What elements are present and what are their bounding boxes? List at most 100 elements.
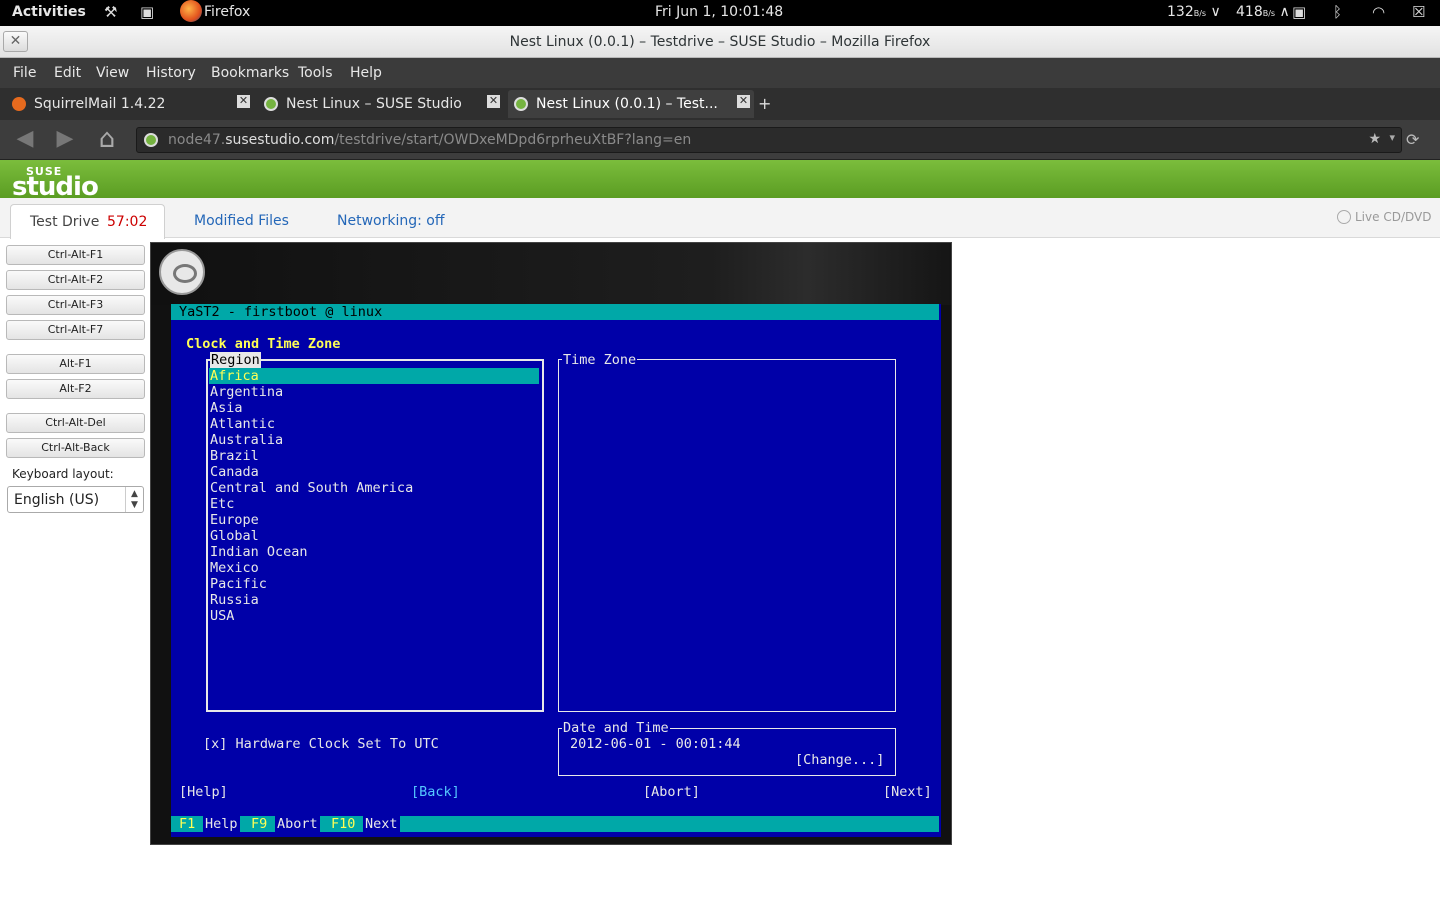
key-ctrl-alt-back-button[interactable]: Ctrl-Alt-Back [6, 438, 145, 458]
region-item[interactable]: Asia [210, 400, 243, 416]
region-item[interactable]: Global [210, 528, 259, 544]
yast-terminal[interactable]: YaST2 - firstboot @ linux Clock and Time… [171, 304, 941, 837]
reload-button[interactable]: ⟳ [1406, 130, 1419, 149]
region-item[interactable]: Etc [210, 496, 234, 512]
tab-squirrelmail[interactable]: SquirrelMail 1.4.22 ✕ [6, 90, 254, 118]
keyboard-layout-select[interactable]: English (US) ▲ ▼ [7, 486, 144, 513]
menu-view[interactable]: View [96, 65, 129, 81]
url-dropdown-icon[interactable]: ▾ [1389, 131, 1395, 144]
tab-label: Nest Linux (0.0.1) – Test... [536, 96, 718, 112]
tab-close-icon[interactable]: ✕ [487, 95, 500, 108]
url-text[interactable]: node47.susestudio.com/testdrive/start/OW… [168, 132, 691, 148]
region-item[interactable]: Australia [210, 432, 283, 448]
next-button[interactable]: [Next] [883, 784, 932, 800]
select-arrows-icon: ▲ ▼ [125, 487, 143, 512]
key-ctrl-alt-f2-button[interactable]: Ctrl-Alt-F2 [6, 270, 145, 290]
forward-button[interactable]: ▶ [50, 126, 80, 154]
suse-icon [264, 97, 278, 111]
tab-modified-files[interactable]: Modified Files [194, 213, 289, 229]
live-cd-link[interactable]: Live CD/DVD [1337, 210, 1431, 224]
activities-button[interactable]: Activities [12, 4, 86, 20]
tab-bar: SquirrelMail 1.4.22 ✕ Nest Linux – SUSE … [0, 88, 1440, 120]
menu-help[interactable]: Help [350, 65, 382, 81]
cpanel-icon [12, 97, 26, 111]
chevron-up-icon: ∧ [1279, 4, 1290, 20]
key-alt-f2-button[interactable]: Alt-F2 [6, 379, 145, 399]
net-up-unit: B/s [1262, 9, 1276, 18]
back-button[interactable]: [Back] [411, 784, 460, 800]
region-item[interactable]: Pacific [210, 576, 267, 592]
clock[interactable]: Fri Jun 1, 10:01:48 [655, 4, 783, 20]
abort-button[interactable]: [Abort] [643, 784, 700, 800]
region-item[interactable]: USA [210, 608, 234, 624]
tab-nest-linux-studio[interactable]: Nest Linux – SUSE Studio ✕ [258, 90, 504, 118]
keyboard-layout-value: English (US) [14, 492, 100, 508]
site-identity-icon[interactable] [144, 133, 158, 147]
region-item-africa[interactable]: Africa [209, 368, 539, 384]
image-viewer-icon[interactable]: ▣ [140, 3, 154, 21]
tab-networking[interactable]: Networking: off [337, 213, 444, 229]
app-menu-firefox[interactable]: Firefox [204, 4, 250, 20]
f1-help-label[interactable]: Help [203, 816, 240, 832]
live-cd-label: Live CD/DVD [1355, 210, 1432, 224]
back-button[interactable]: ◀ [10, 126, 40, 154]
window-title: Nest Linux (0.0.1) – Testdrive – SUSE St… [509, 34, 931, 50]
net-up-value: 418 [1236, 4, 1263, 20]
key-ctrl-alt-f3-button[interactable]: Ctrl-Alt-F3 [6, 295, 145, 315]
new-tab-button[interactable]: + [758, 94, 771, 113]
url-prefix: node47. [168, 132, 226, 148]
chevron-down-icon: ∨ [1210, 4, 1221, 20]
url-bar[interactable]: node47.susestudio.com/testdrive/start/OW… [136, 127, 1402, 153]
f9-abort-label[interactable]: Abort [275, 816, 320, 832]
test-drive-timer: 57:02 [107, 214, 148, 230]
region-item[interactable]: Indian Ocean [210, 544, 308, 560]
date-time-value: 2012-06-01 - 00:01:44 [570, 736, 741, 752]
key-ctrl-alt-del-button[interactable]: Ctrl-Alt-Del [6, 413, 145, 433]
vm-screen[interactable]: YaST2 - firstboot @ linux Clock and Time… [150, 242, 952, 845]
tools-icon[interactable]: ⚒ [104, 3, 117, 21]
menu-file[interactable]: File [13, 65, 36, 81]
time-zone-label: Time Zone [562, 352, 638, 368]
tab-close-icon[interactable]: ✕ [237, 95, 250, 108]
key-ctrl-alt-f7-button[interactable]: Ctrl-Alt-F7 [6, 320, 145, 340]
region-item[interactable]: Canada [210, 464, 259, 480]
display-icon[interactable]: ▣ [1292, 3, 1306, 21]
tab-close-icon[interactable]: ✕ [737, 95, 750, 108]
region-item[interactable]: Russia [210, 592, 259, 608]
net-down-unit: B/s [1193, 9, 1207, 18]
gnome-top-bar: Activities ⚒ ▣ Firefox Fri Jun 1, 10:01:… [0, 0, 1440, 26]
key-ctrl-alt-f1-button[interactable]: Ctrl-Alt-F1 [6, 245, 145, 265]
menu-edit[interactable]: Edit [54, 65, 81, 81]
key-alt-f1-button[interactable]: Alt-F1 [6, 354, 145, 374]
hardware-clock-checkbox[interactable]: [x] Hardware Clock Set To UTC [203, 736, 439, 752]
tab-label: SquirrelMail 1.4.22 [34, 96, 166, 112]
tab-nest-linux-testdrive[interactable]: Nest Linux (0.0.1) – Test... ✕ [508, 90, 754, 118]
region-item[interactable]: Mexico [210, 560, 259, 576]
opensuse-logo-icon [159, 249, 205, 295]
home-button[interactable]: ⌂ [92, 126, 122, 154]
close-window-icon[interactable]: ☒ [1412, 3, 1425, 21]
menu-bookmarks[interactable]: Bookmarks [211, 65, 289, 81]
bookmark-star-icon[interactable]: ★ [1368, 131, 1381, 147]
region-item[interactable]: Atlantic [210, 416, 275, 432]
help-button[interactable]: [Help] [179, 784, 228, 800]
f10-next-label[interactable]: Next [363, 816, 400, 832]
region-item[interactable]: Central and South America [210, 480, 413, 496]
bluetooth-icon[interactable]: ᛒ [1333, 3, 1342, 21]
change-button[interactable]: [Change...] [795, 752, 884, 768]
f10-key: F10 [331, 816, 356, 832]
navigation-bar: ◀ ▶ ⌂ node47.susestudio.com/testdrive/st… [0, 120, 1440, 160]
menu-tools[interactable]: Tools [298, 65, 333, 81]
region-item[interactable]: Brazil [210, 448, 259, 464]
tab-test-drive[interactable]: Test Drive 57:02 [10, 204, 165, 239]
window-title-bar: ✕ Nest Linux (0.0.1) – Testdrive – SUSE … [0, 26, 1440, 58]
keyboard-layout-label: Keyboard layout: [12, 467, 114, 481]
wifi-icon[interactable]: ◠ [1372, 3, 1385, 21]
vm-banner [151, 243, 951, 305]
menu-history[interactable]: History [146, 65, 196, 81]
region-item[interactable]: Argentina [210, 384, 283, 400]
region-item[interactable]: Europe [210, 512, 259, 528]
firefox-icon[interactable] [180, 0, 202, 22]
yast-title: YaST2 - firstboot @ linux [179, 304, 383, 320]
time-zone-list[interactable] [558, 359, 896, 712]
